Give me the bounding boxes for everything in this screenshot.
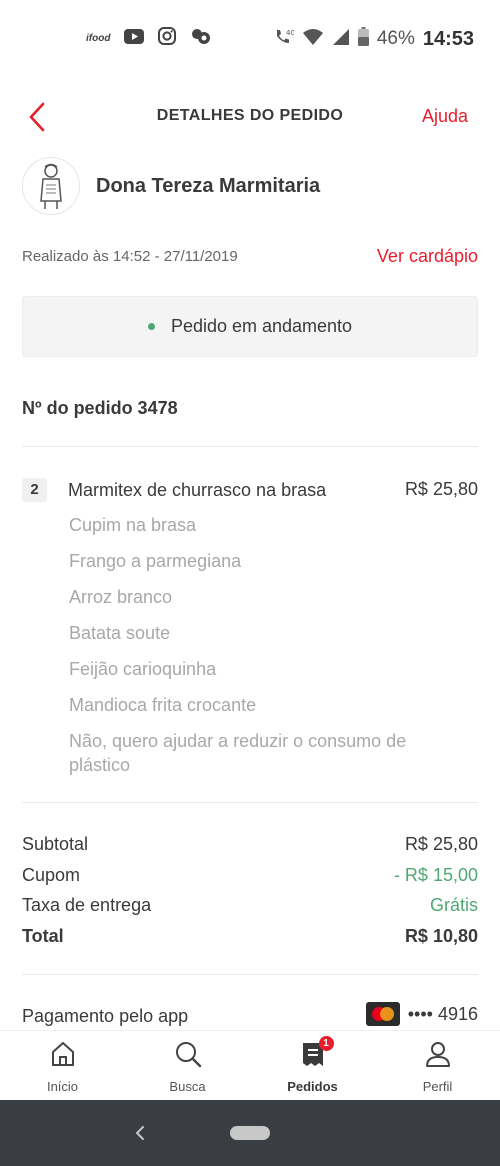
coupon-row: Cupom - R$ 15,00: [22, 865, 478, 896]
total-label: Total: [22, 925, 64, 946]
delivery-fee-value: Grátis: [429, 895, 478, 915]
subtotal-row: Subtotal R$ 25,80: [22, 834, 478, 865]
item-option: Mandioca frita crocante: [69, 695, 257, 715]
orders-badge: 1: [318, 1036, 334, 1051]
order-totals: Subtotal R$ 25,80 Cupom - R$ 15,00 Taxa …: [22, 834, 478, 956]
orders-icon: 1: [298, 1036, 334, 1069]
app-notification-icon: [190, 27, 212, 50]
nav-item-busca[interactable]: Busca: [125, 1031, 250, 1100]
cell-signal-icon: [332, 28, 350, 51]
order-meta: Realizado às 14:52 - 27/11/2019 Ver card…: [22, 246, 478, 272]
network-type-label: 4G: [286, 29, 294, 37]
divider: [22, 446, 478, 447]
system-back-button[interactable]: [130, 1120, 150, 1146]
item-options-list: Cupim na brasa Frango a parmegiana Arroz…: [69, 513, 469, 789]
payment-method-label: Pagamento pelo app: [22, 1006, 189, 1026]
subtotal-label: Subtotal: [22, 834, 89, 854]
battery-icon: [357, 27, 369, 51]
subtotal-value: R$ 25,80: [404, 834, 478, 854]
restaurant-logo: [22, 157, 80, 215]
coupon-label: Cupom: [22, 864, 81, 885]
nav-label: Perfil: [422, 1079, 453, 1094]
divider: [22, 802, 478, 803]
system-home-pill[interactable]: [230, 1126, 270, 1140]
nav-item-perfil[interactable]: Perfil: [375, 1031, 500, 1100]
cook-illustration-icon: [40, 163, 62, 209]
item-option: Cupim na brasa: [69, 515, 197, 535]
wifi-icon: [302, 28, 324, 51]
item-quantity-badge: 2: [22, 478, 47, 502]
clock: 14:53: [422, 27, 474, 50]
order-status-text: Pedido em andamento: [170, 316, 353, 336]
delivery-fee-label: Taxa de entrega: [22, 895, 152, 915]
total-value: R$ 10,80: [404, 925, 478, 946]
item-name: Marmitex de churrasco na brasa: [68, 480, 327, 500]
item-option: Não, quero ajudar a reduzir o consumo de…: [69, 731, 407, 775]
ifood-notification-icon: ifood: [86, 33, 111, 44]
restaurant-header: Dona Tereza Marmitaria: [22, 156, 478, 216]
nav-label: Busca: [169, 1079, 206, 1094]
item-option: Feijão carioquinha: [69, 659, 217, 679]
search-icon: [173, 1039, 203, 1069]
chevron-left-icon: [136, 1126, 144, 1140]
order-placed-time: Realizado às 14:52 - 27/11/2019: [22, 248, 238, 265]
nav-item-pedidos[interactable]: 1 Pedidos: [250, 1031, 375, 1100]
top-app-bar: DETALHES DO PEDIDO Ajuda: [0, 95, 500, 139]
status-dot-icon: [147, 323, 155, 330]
status-bar: ifood 4G 46% 14:53: [0, 0, 500, 80]
nav-item-inicio[interactable]: Início: [0, 1031, 125, 1100]
battery-percent: 46%: [376, 28, 415, 49]
item-price: R$ 25,80: [404, 479, 478, 499]
restaurant-name: Dona Tereza Marmitaria: [96, 174, 321, 197]
home-icon: [48, 1039, 78, 1069]
coupon-value: - R$ 15,00: [393, 864, 478, 885]
notification-icons: ifood: [86, 27, 212, 50]
item-option: Frango a parmegiana: [69, 551, 242, 571]
payment-row: Pagamento pelo app •••• 4916: [22, 1002, 478, 1032]
profile-icon: [423, 1039, 453, 1069]
system-status-icons: 4G 46% 14:53: [274, 27, 474, 51]
bottom-navigation: Início Busca 1 Pedidos Perfil: [0, 1030, 500, 1100]
help-link[interactable]: Ajuda: [422, 106, 468, 127]
total-row: Total R$ 10,80: [22, 926, 478, 957]
card-last-digits: •••• 4916: [407, 1003, 478, 1024]
divider: [22, 974, 478, 975]
order-status-card: Pedido em andamento: [22, 296, 478, 357]
delivery-fee-row: Taxa de entrega Grátis: [22, 895, 478, 926]
view-menu-link[interactable]: Ver cardápio: [377, 246, 478, 267]
item-option: Batata soute: [69, 623, 171, 643]
mastercard-icon: [365, 1002, 400, 1026]
call-4g-icon: 4G: [274, 28, 296, 51]
system-navigation-bar: [0, 1100, 500, 1166]
youtube-icon: [124, 28, 145, 49]
nav-label: Pedidos: [287, 1079, 338, 1094]
nav-label: Início: [46, 1079, 79, 1094]
payment-card: •••• 4916: [365, 1002, 478, 1026]
item-option: Arroz branco: [69, 587, 173, 607]
order-number: Nº do pedido 3478: [22, 398, 178, 418]
instagram-icon: [158, 27, 177, 50]
